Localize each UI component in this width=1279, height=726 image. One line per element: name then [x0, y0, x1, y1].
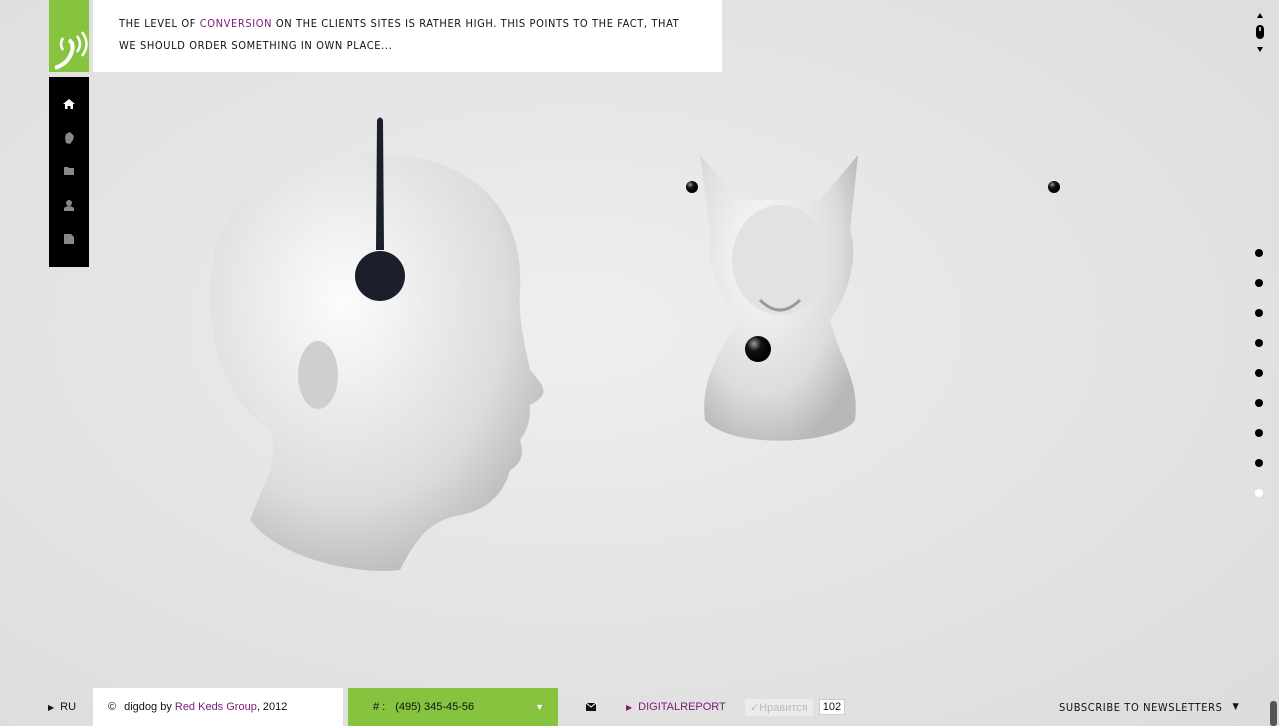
digitalreport-link[interactable]: ▶ DIGITALREPORT [626, 688, 726, 726]
copyright-icon: © [108, 701, 117, 713]
antenna-icon [376, 117, 384, 250]
copyright-year: , 2012 [256, 701, 288, 713]
slide-dot[interactable] [1255, 279, 1263, 287]
slide-dot[interactable] [1255, 489, 1263, 497]
footer: ▶ RU © digdog by Red Keds Group, 2012 # : (… [0, 688, 1279, 726]
copyright-text: digdog by [124, 701, 175, 713]
sphere [745, 336, 771, 362]
slide-dot[interactable] [1255, 339, 1263, 347]
phone-number: (495) 345-45-56 [395, 701, 475, 713]
slide-dot[interactable] [1255, 399, 1263, 407]
like-widget: ✓Нравится 102 [745, 688, 846, 726]
phone-dropdown[interactable]: # : (495) 345-45-56 ▼ [348, 688, 558, 726]
play-icon: ▶ [48, 702, 55, 712]
copyright: © digdog by Red Keds Group, 2012 [93, 688, 343, 726]
play-icon: ▶ [626, 702, 633, 712]
arrow-up-icon [1257, 13, 1263, 18]
scrollbar[interactable] [1270, 701, 1277, 726]
subscribe-dropdown[interactable]: SUBSCRIBE TO NEWSLETTERS ▼ [1059, 688, 1239, 726]
like-count: 102 [818, 699, 846, 715]
red-keds-link[interactable]: Red Keds Group [175, 701, 257, 713]
arrow-down-icon [1257, 47, 1263, 52]
chevron-down-icon: ▼ [1232, 702, 1240, 712]
sphere [1048, 181, 1060, 193]
human-head-sculpture [210, 117, 544, 571]
slide-dot[interactable] [1255, 369, 1263, 377]
sphere [686, 181, 698, 193]
like-button[interactable]: ✓Нравится [745, 698, 813, 716]
digitalreport-label: DIGITALREPORT [638, 701, 726, 713]
mail-icon[interactable] [586, 688, 596, 726]
slide-dot[interactable] [1255, 309, 1263, 317]
slide-dot[interactable] [1255, 249, 1263, 257]
dog-head-sculpture [700, 155, 858, 441]
slide-dot[interactable] [1255, 429, 1263, 437]
scene [210, 117, 1060, 571]
subscribe-label: SUBSCRIBE TO NEWSLETTERS [1059, 700, 1223, 714]
language-switch[interactable]: ▶ RU [48, 688, 76, 726]
slide-pagination [1255, 249, 1263, 519]
scroll-control[interactable] [1254, 10, 1266, 56]
phone-label: # : [373, 701, 386, 713]
chevron-down-icon: ▼ [535, 702, 544, 712]
slide-dot[interactable] [1255, 459, 1263, 467]
language-label: RU [60, 701, 77, 713]
